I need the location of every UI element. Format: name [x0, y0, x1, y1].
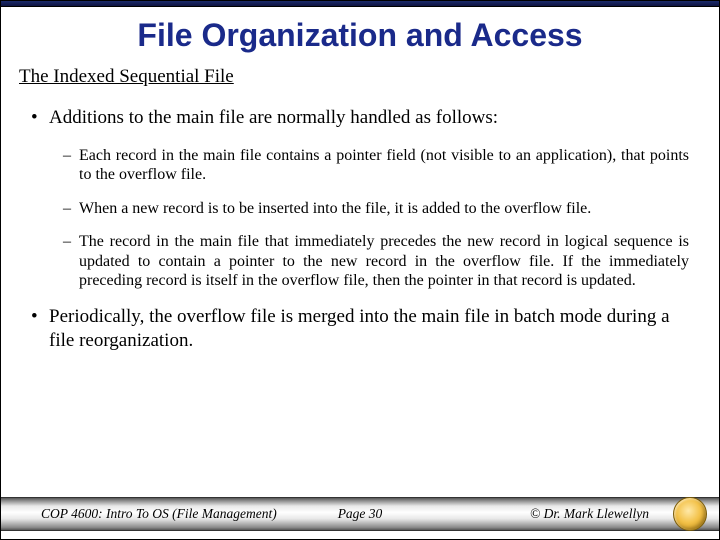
- footer-bar: COP 4600: Intro To OS (File Management) …: [1, 497, 719, 531]
- content-area: Additions to the main file are normally …: [1, 98, 719, 497]
- footer-page: Page 30: [338, 506, 383, 522]
- bottom-gap: [1, 531, 719, 539]
- bullet-text: Periodically, the overflow file is merge…: [49, 306, 670, 351]
- bullet-list: Additions to the main file are normally …: [13, 106, 707, 352]
- bullet-item: Additions to the main file are normally …: [31, 106, 689, 291]
- slide-title: File Organization and Access: [1, 7, 719, 62]
- sub-item: When a new record is to be inserted into…: [63, 199, 689, 219]
- ucf-logo-icon: [673, 497, 707, 531]
- slide: File Organization and Access The Indexed…: [0, 0, 720, 540]
- bullet-text: Additions to the main file are normally …: [49, 107, 498, 128]
- sub-item: The record in the main file that immedia…: [63, 232, 689, 291]
- footer: COP 4600: Intro To OS (File Management) …: [1, 497, 719, 539]
- footer-author: © Dr. Mark Llewellyn: [530, 506, 649, 522]
- sub-item: Each record in the main file contains a …: [63, 146, 689, 185]
- footer-course: COP 4600: Intro To OS (File Management): [41, 506, 277, 522]
- sub-list: Each record in the main file contains a …: [49, 130, 689, 291]
- bullet-item: Periodically, the overflow file is merge…: [31, 305, 689, 353]
- slide-subtitle: The Indexed Sequential File: [1, 62, 719, 98]
